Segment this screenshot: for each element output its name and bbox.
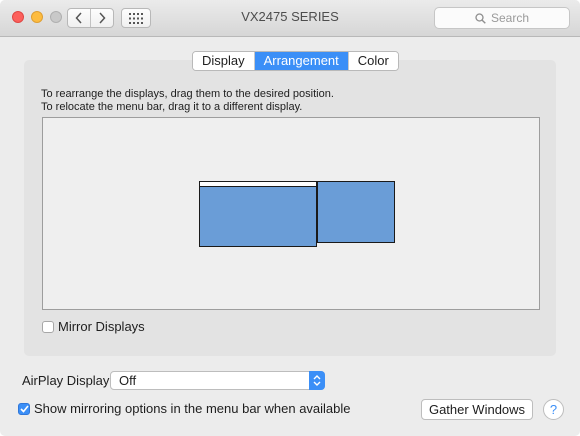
search-placeholder: Search: [490, 11, 530, 25]
title-bar: VX2475 SERIES Search: [0, 0, 580, 37]
tab-arrangement[interactable]: Arrangement: [253, 52, 348, 70]
instruction-line-2: To relocate the menu bar, drag it to a d…: [41, 101, 303, 113]
chevron-right-icon: [99, 12, 106, 24]
main-display[interactable]: [199, 181, 317, 247]
navigation-buttons: [67, 8, 114, 28]
checkmark-icon: [19, 405, 29, 413]
mirror-displays-checkbox[interactable]: [42, 321, 54, 333]
window-title: VX2475 SERIES: [241, 9, 339, 24]
secondary-display[interactable]: [317, 181, 395, 243]
mirror-displays-label: Mirror Displays: [58, 319, 145, 334]
instruction-line-1: To rearrange the displays, drag them to …: [41, 88, 334, 100]
forward-button[interactable]: [90, 9, 113, 27]
chevron-left-icon: [75, 12, 82, 24]
minimize-button[interactable]: [31, 11, 43, 23]
display-preferences-window: VX2475 SERIES Search Display Arrangement…: [0, 0, 580, 436]
menu-bar-handle[interactable]: [200, 182, 316, 187]
show-mirroring-options-label: Show mirroring options in the menu bar w…: [34, 401, 351, 416]
tab-display[interactable]: Display: [193, 52, 254, 70]
airplay-selected-value: Off: [119, 373, 137, 388]
back-button[interactable]: [68, 9, 90, 27]
arrangement-instructions: To rearrange the displays, drag them to …: [41, 88, 334, 114]
help-button[interactable]: ?: [543, 399, 564, 420]
search-icon: [475, 12, 486, 24]
airplay-display-label: AirPlay Display:: [22, 373, 114, 388]
zoom-button[interactable]: [50, 11, 62, 23]
search-field[interactable]: Search: [434, 7, 570, 29]
tab-color[interactable]: Color: [347, 52, 398, 70]
gather-windows-button[interactable]: Gather Windows: [421, 399, 533, 420]
select-arrows-icon: [309, 371, 325, 390]
tab-bar: Display Arrangement Color: [192, 51, 399, 71]
show-all-button[interactable]: [121, 8, 151, 28]
show-mirroring-options-checkbox[interactable]: [18, 403, 30, 415]
grid-icon: [129, 12, 143, 24]
display-arrangement-area: [42, 117, 540, 310]
airplay-display-select[interactable]: Off: [110, 371, 325, 390]
close-button[interactable]: [12, 11, 24, 23]
